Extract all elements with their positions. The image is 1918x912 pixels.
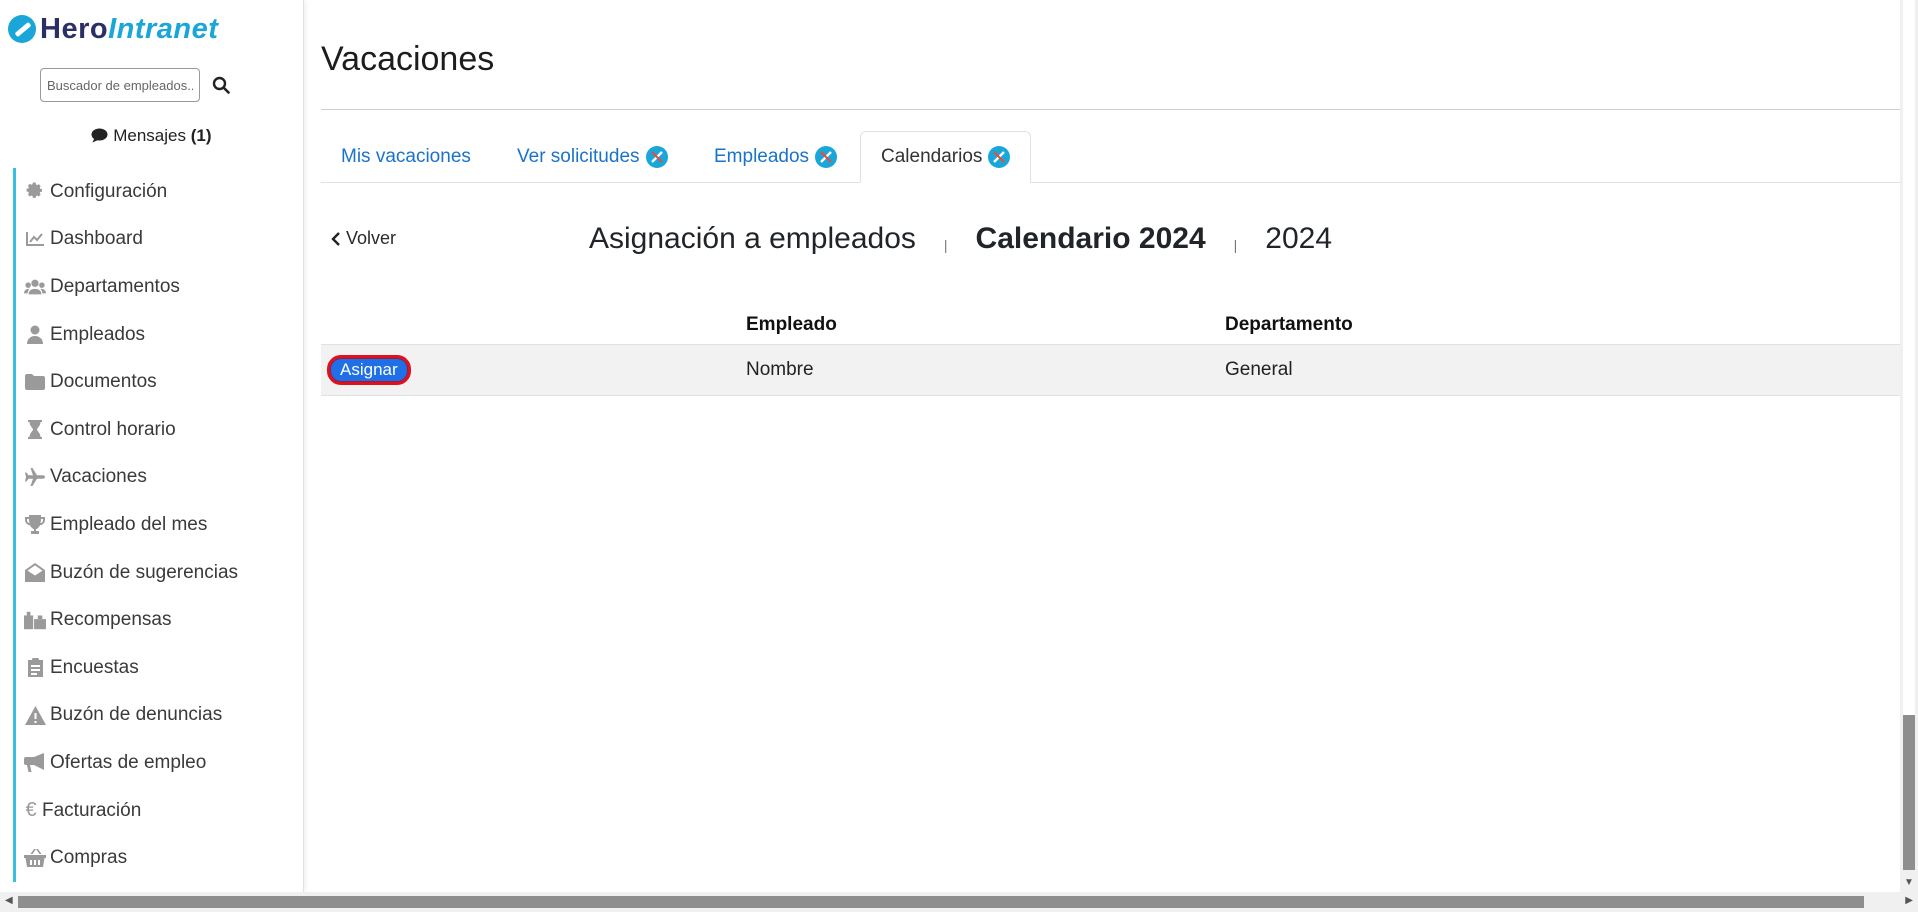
- sidebar-item-label: Compras: [50, 847, 128, 869]
- column-header-departamento: Departamento: [1225, 314, 1353, 335]
- sidebar-item-encuestas[interactable]: Encuestas: [13, 643, 303, 692]
- back-link[interactable]: Volver: [331, 228, 396, 249]
- sidebar-item-label: Control horario: [50, 418, 176, 440]
- sidebar-item-label: Empleados: [50, 323, 146, 345]
- tab-mis-vacaciones[interactable]: Mis vacaciones: [321, 131, 491, 182]
- sidebar-item-label: Recompensas: [50, 609, 172, 631]
- scroll-right-icon[interactable]: ▶: [1905, 895, 1913, 906]
- column-header-empleado: Empleado: [746, 314, 837, 335]
- megaphone-icon: [24, 753, 46, 773]
- logo-hero-text: Hero: [40, 12, 109, 45]
- tools-icon: [645, 145, 668, 168]
- employee-department: General: [1225, 359, 1293, 380]
- sidebar-item-compras[interactable]: Compras: [13, 834, 303, 882]
- sidebar-menu: Configuración Dashboard Departamentos Em…: [13, 168, 303, 882]
- plane-icon: [24, 467, 46, 487]
- section-title: Asignación a empleados: [589, 222, 916, 255]
- basket-icon: [24, 848, 46, 868]
- employee-name: Nombre: [746, 359, 814, 380]
- tab-calendarios[interactable]: Calendarios: [860, 131, 1032, 183]
- sidebar-item-label: Empleado del mes: [50, 513, 208, 535]
- sidebar-item-buzon-denuncias[interactable]: Buzón de denuncias: [13, 691, 303, 740]
- chevron-left-icon: [331, 231, 340, 246]
- tab-label: Ver solicitudes: [517, 145, 640, 167]
- sidebar-item-departamentos[interactable]: Departamentos: [13, 263, 303, 311]
- horizontal-scrollbar[interactable]: ◀ ▶: [0, 892, 1918, 912]
- sidebar-item-label: Configuración: [50, 180, 168, 202]
- sidebar-item-empleados[interactable]: Empleados: [13, 310, 303, 359]
- gear-icon: [24, 182, 46, 202]
- messages-count: (1): [190, 126, 212, 145]
- sidebar-item-control-horario[interactable]: Control horario: [13, 405, 303, 454]
- sidebar-item-vacaciones[interactable]: Vacaciones: [13, 453, 303, 502]
- title-divider: [321, 109, 1901, 110]
- employee-search-input[interactable]: [40, 68, 200, 102]
- sidebar-item-label: Dashboard: [50, 228, 143, 250]
- logo-mark-icon: [8, 15, 36, 43]
- sidebar: Hero Intranet Mensajes (1) Configuración…: [0, 0, 304, 892]
- scroll-thumb[interactable]: [18, 896, 1864, 908]
- euro-icon: €: [25, 799, 37, 822]
- tools-icon: [815, 145, 838, 168]
- tab-label: Calendarios: [881, 146, 983, 167]
- tab-empleados[interactable]: Empleados: [694, 131, 857, 182]
- user-icon: [24, 325, 46, 345]
- sidebar-item-empleado-del-mes[interactable]: Empleado del mes: [13, 501, 303, 549]
- employee-table: Empleado Departamento Asignar Nombre Gen…: [321, 306, 1901, 396]
- sidebar-item-facturacion[interactable]: € Facturación: [13, 786, 303, 835]
- vacation-tabs: Mis vacaciones Ver solicitudes Empleados…: [321, 131, 1901, 183]
- sidebar-item-label: Vacaciones: [50, 466, 147, 488]
- sidebar-item-label: Departamentos: [50, 275, 180, 297]
- chart-line-icon: [24, 229, 46, 249]
- sidebar-item-label: Buzón de denuncias: [50, 704, 223, 726]
- users-icon: [24, 277, 46, 297]
- hourglass-icon: [24, 420, 46, 440]
- messages-label: Mensajes: [113, 126, 186, 145]
- sidebar-item-ofertas-empleo[interactable]: Ofertas de empleo: [13, 739, 303, 787]
- scroll-thumb[interactable]: [1903, 715, 1915, 870]
- clipboard-icon: [24, 658, 46, 678]
- calendar-name: Calendario 2024: [975, 222, 1206, 255]
- tab-label: Mis vacaciones: [341, 145, 471, 167]
- sidebar-item-documentos[interactable]: Documentos: [13, 358, 303, 406]
- folder-icon: [24, 372, 46, 392]
- assign-button[interactable]: Asignar: [327, 355, 411, 385]
- sidebar-item-label: Encuestas: [50, 656, 139, 678]
- separator: |: [943, 237, 948, 253]
- vertical-scrollbar[interactable]: ▼: [1900, 0, 1918, 892]
- comment-icon: [91, 128, 108, 143]
- herointranet-logo[interactable]: Hero Intranet: [8, 12, 218, 46]
- logo-intranet-text: Intranet: [108, 12, 219, 45]
- sidebar-item-label: Documentos: [50, 371, 157, 393]
- table-header: Empleado Departamento: [321, 306, 1901, 345]
- scroll-track: [1903, 0, 1915, 715]
- envelope-open-icon: [24, 563, 46, 583]
- employee-search: [40, 68, 236, 102]
- sidebar-item-configuracion[interactable]: Configuración: [13, 168, 303, 216]
- scroll-down-icon[interactable]: ▼: [1904, 877, 1914, 888]
- gifts-icon: [24, 610, 46, 630]
- table-row: Asignar Nombre General: [321, 345, 1901, 396]
- sidebar-item-buzon-sugerencias[interactable]: Buzón de sugerencias: [13, 548, 303, 597]
- tab-ver-solicitudes[interactable]: Ver solicitudes: [497, 131, 688, 182]
- sidebar-item-dashboard[interactable]: Dashboard: [13, 215, 303, 264]
- tab-label: Empleados: [714, 145, 810, 167]
- calendar-heading: Asignación a empleados | Calendario 2024…: [589, 222, 1332, 256]
- sidebar-item-label: Facturación: [42, 799, 142, 821]
- back-label: Volver: [346, 228, 397, 248]
- search-icon[interactable]: [206, 68, 236, 102]
- sidebar-item-recompensas[interactable]: Recompensas: [13, 596, 303, 644]
- trophy-icon: [24, 515, 46, 535]
- separator: |: [1233, 237, 1238, 253]
- warning-icon: [24, 705, 46, 725]
- calendar-year: 2024: [1265, 222, 1333, 255]
- tools-icon: [988, 146, 1011, 168]
- sidebar-item-label: Buzón de sugerencias: [50, 561, 239, 583]
- messages-link[interactable]: Mensajes (1): [0, 126, 303, 146]
- page-title: Vacaciones: [321, 40, 495, 78]
- sidebar-item-label: Ofertas de empleo: [50, 751, 207, 773]
- scroll-left-icon[interactable]: ◀: [5, 895, 13, 906]
